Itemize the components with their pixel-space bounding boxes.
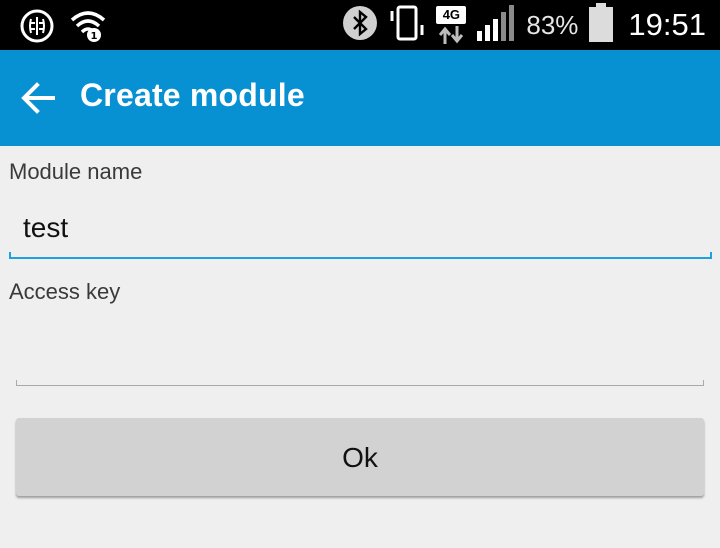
module-name-value: test (23, 212, 69, 243)
underline-tick-left (9, 252, 11, 259)
svg-text:1: 1 (91, 31, 98, 42)
network-type-label: 4G (436, 6, 467, 24)
status-time: 19:51 (628, 7, 706, 42)
vibrate-icon (388, 4, 426, 47)
battery-icon (588, 2, 614, 48)
signal-icon (476, 4, 516, 46)
battery-percent: 83% (526, 9, 579, 40)
page-title: Create module (80, 77, 305, 113)
network-4g-icon: 4G (436, 6, 467, 44)
module-name-underline (9, 257, 712, 259)
wifi-icon: 1 (70, 10, 106, 47)
bluetooth-icon (342, 5, 378, 46)
underline-tick-right (703, 380, 704, 386)
app-toolbar: Create module (0, 50, 720, 146)
brain-app-icon (20, 9, 54, 48)
underline-tick-left (16, 380, 17, 386)
access-key-input[interactable] (16, 325, 704, 386)
arrow-left-icon[interactable] (20, 81, 56, 115)
module-name-input[interactable]: test (9, 199, 712, 259)
ok-button[interactable]: Ok (16, 418, 704, 496)
access-key-label: Access key (9, 279, 121, 304)
underline-tick-right (710, 252, 712, 259)
access-key-underline (16, 385, 704, 386)
module-name-label: Module name (9, 159, 143, 184)
status-bar: 1 4G 83% 19:51 (0, 0, 720, 50)
